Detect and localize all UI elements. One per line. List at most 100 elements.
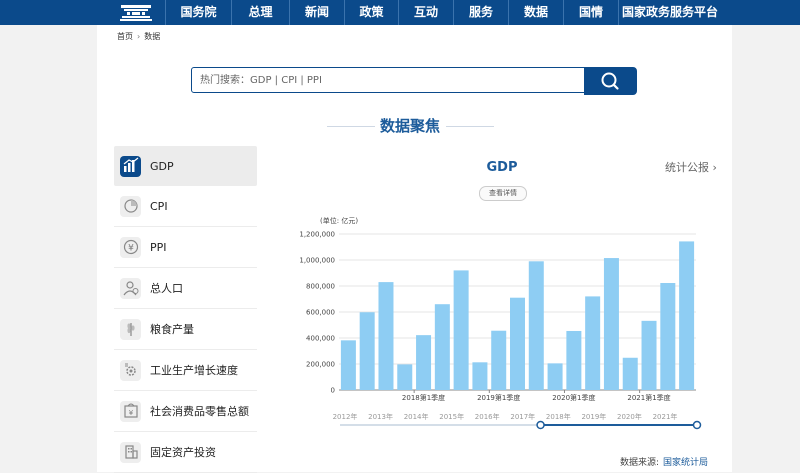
bar-6 <box>453 270 469 390</box>
nav-item-5[interactable]: 服务 <box>453 0 508 25</box>
x-category-label: 2018第1季度 <box>402 393 445 402</box>
timeline-year-label: 2013年 <box>368 412 393 421</box>
yuan-coin-icon: ¥ <box>120 236 141 258</box>
main-nav: 国务院 总理 新闻 政策 互动 服务 数据 国情 国家政务服务平台 <box>165 0 721 25</box>
bar-7 <box>472 362 488 390</box>
shopping-icon: ¥ <box>120 400 141 422</box>
y-tick-label: 1,000,000 <box>300 257 335 265</box>
timeline-year-label: 2019年 <box>581 412 606 421</box>
breadcrumb: 首页 › 数据 <box>117 31 160 42</box>
bar-10 <box>528 261 544 390</box>
timeline-year-label: 2015年 <box>439 412 464 421</box>
y-tick-label: 0 <box>331 387 335 395</box>
search-input[interactable]: 热门搜索：GDP | CPI | PPI <box>191 67 585 93</box>
nav-item-8[interactable]: 国家政务服务平台 <box>618 0 721 25</box>
search-icon <box>601 72 619 90</box>
bar-12 <box>566 330 582 390</box>
sidebar-item-4[interactable]: 粮食产量 <box>114 309 257 350</box>
breadcrumb-home[interactable]: 首页 <box>117 32 133 41</box>
sidebar-item-label: 社会消费品零售总额 <box>150 405 249 418</box>
statistical-bulletin-label: 统计公报 <box>665 161 709 174</box>
x-category-label: 2019第1季度 <box>477 393 520 402</box>
nav-item-3[interactable]: 政策 <box>344 0 398 25</box>
sidebar-item-1[interactable]: CPI <box>114 186 257 227</box>
sidebar-item-label: 总人口 <box>150 282 183 295</box>
sidebar-item-6[interactable]: ¥ 社会消费品零售总额 <box>114 391 257 432</box>
sidebar-item-2[interactable]: ¥ PPI <box>114 227 257 268</box>
svg-text:¥: ¥ <box>128 244 134 254</box>
y-tick-label: 600,000 <box>306 309 335 317</box>
bar-2 <box>378 282 394 390</box>
bar-14 <box>603 258 619 390</box>
building-icon <box>120 441 141 463</box>
y-tick-label: 400,000 <box>306 335 335 343</box>
nav-item-2[interactable]: 新闻 <box>289 0 344 25</box>
data-source-org[interactable]: 国家统计局 <box>663 458 708 468</box>
timeline-year-label: 2016年 <box>475 412 500 421</box>
timeline-handle-end[interactable] <box>692 420 702 430</box>
search-button[interactable] <box>584 67 637 95</box>
nav-item-7[interactable]: 国情 <box>563 0 618 25</box>
timeline-handle-start[interactable] <box>536 420 545 430</box>
bar-17 <box>660 283 676 390</box>
nav-item-6[interactable]: 数据 <box>508 0 563 25</box>
sidebar-item-label: 粮食产量 <box>150 323 194 336</box>
sidebar-item-3[interactable]: 总人口 <box>114 268 257 309</box>
bar-5 <box>434 304 450 390</box>
breadcrumb-current: 数据 <box>144 32 161 41</box>
sidebar-item-label: 工业生产增长速度 <box>150 364 238 377</box>
person-icon <box>120 277 141 299</box>
gdp-bar-chart: (单位: 亿元) 0 200,000 400,000 600,000 800,000 1,0… <box>300 216 702 430</box>
chart-title: GDP <box>486 160 518 175</box>
timeline-year-label: 2017年 <box>510 412 535 421</box>
bar-15 <box>622 357 638 390</box>
sidebar-item-7[interactable]: 固定资产投资 <box>114 432 257 473</box>
bar-18 <box>679 241 695 390</box>
data-source: 数据来源: 国家统计局 <box>620 455 708 468</box>
bar-1 <box>359 312 375 390</box>
bar-9 <box>510 297 525 390</box>
x-category-label: 2021第1季度 <box>627 393 670 402</box>
timeline-year-label: 2021年 <box>653 412 678 421</box>
y-tick-label: 1,200,000 <box>300 231 335 239</box>
y-tick-label: 200,000 <box>306 361 335 369</box>
chart-unit-label: (单位: 亿元) <box>320 216 358 225</box>
sidebar-item-label: CPI <box>150 199 168 213</box>
top-nav-bar: 国务院 总理 新闻 政策 互动 服务 数据 国情 国家政务服务平台 <box>0 0 800 25</box>
search-bar: 热门搜索：GDP | CPI | PPI <box>191 67 637 95</box>
x-category-label: 2020第1季度 <box>552 393 595 402</box>
view-detail-button[interactable]: 查看详情 <box>479 186 527 201</box>
pie-chart-icon <box>120 195 141 217</box>
nav-item-0[interactable]: 国务院 <box>165 0 231 25</box>
bar-16 <box>641 320 657 390</box>
sidebar-item-label: 固定资产投资 <box>150 446 216 459</box>
bar-4 <box>416 335 432 390</box>
timeline-year-label: 2014年 <box>404 412 429 421</box>
bar-chart-icon <box>120 155 141 177</box>
sidebar-item-0[interactable]: GDP <box>114 146 257 186</box>
sidebar-item-label: PPI <box>150 240 167 254</box>
statistical-bulletin-link[interactable]: 统计公报 › <box>665 159 717 175</box>
svg-text:¥: ¥ <box>128 409 133 417</box>
chevron-right-icon: › <box>712 161 717 174</box>
timeline-year-label: 2012年 <box>333 412 358 421</box>
y-tick-label: 800,000 <box>306 283 335 291</box>
indicator-sidebar: GDP CPI ¥ PPI 总人口粮食产量工业生产增长速度 ¥ 社会消费品零售总额 固定资产投… <box>114 146 257 473</box>
nav-item-4[interactable]: 互动 <box>398 0 453 25</box>
sidebar-item-label: GDP <box>150 159 174 173</box>
breadcrumb-separator: › <box>137 32 141 41</box>
sidebar-item-5[interactable]: 工业生产增长速度 <box>114 350 257 391</box>
tiananmen-logo-icon[interactable] <box>118 3 154 22</box>
factory-gear-icon <box>120 359 141 381</box>
bar-8 <box>491 330 507 390</box>
section-title-line-right <box>446 126 494 127</box>
nav-item-1[interactable]: 总理 <box>231 0 289 25</box>
bar-3 <box>397 364 413 390</box>
bar-11 <box>547 363 563 390</box>
wheat-icon <box>120 318 141 340</box>
bar-13 <box>585 296 601 390</box>
timeline-year-label: 2018年 <box>546 412 571 421</box>
data-source-label: 数据来源: <box>620 458 660 468</box>
timeline-year-label: 2020年 <box>617 412 642 421</box>
bar-0 <box>340 340 356 390</box>
